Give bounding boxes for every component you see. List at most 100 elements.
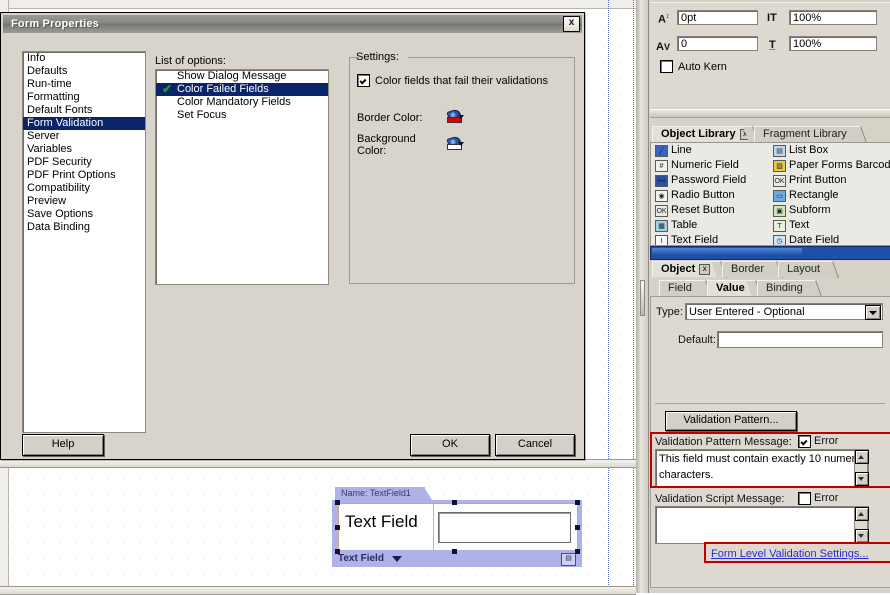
library-item-rectangle[interactable]: ▭ Rectangle bbox=[773, 188, 890, 203]
library-item-list-box[interactable]: ▤ List Box bbox=[773, 143, 890, 158]
library-column-right[interactable]: ▤ List Box ▨ Paper Forms Barcod OK Print Butt… bbox=[773, 143, 890, 245]
validation-pattern-message-textarea[interactable]: This field must contain exactly 10 numer… bbox=[655, 449, 869, 487]
category-item-server[interactable]: Server bbox=[23, 130, 145, 143]
resize-handle-bottom-center[interactable] bbox=[452, 549, 457, 554]
library-item-paper-forms-barcod[interactable]: ▨ Paper Forms Barcod bbox=[773, 158, 890, 173]
library-item-numeric-field[interactable]: # Numeric Field bbox=[655, 158, 775, 173]
resize-handle-top-left[interactable] bbox=[335, 500, 340, 505]
library-horizontal-scrollbar[interactable] bbox=[650, 246, 890, 260]
validation-pattern-button[interactable]: Validation Pattern... bbox=[665, 411, 797, 431]
widget-value-input[interactable] bbox=[438, 512, 571, 543]
library-item-reset-button[interactable]: OK Reset Button bbox=[655, 203, 775, 218]
chevron-down-icon[interactable] bbox=[458, 115, 464, 119]
dialog-titlebar[interactable]: Form Properties x bbox=[3, 15, 582, 33]
library-item-text[interactable]: T Text bbox=[773, 218, 890, 233]
tab-fragment-library[interactable]: Fragment Library bbox=[754, 126, 858, 142]
library-item-subform[interactable]: ▣ Subform bbox=[773, 203, 890, 218]
category-item-data-binding[interactable]: Data Binding bbox=[23, 221, 145, 234]
resize-handle-middle-left[interactable] bbox=[335, 525, 340, 530]
category-item-save-options[interactable]: Save Options bbox=[23, 208, 145, 221]
library-item-radio-button[interactable]: ◉ Radio Button bbox=[655, 188, 775, 203]
library-column-left[interactable]: ╱ Line # Numeric Field ••• Password Field ◉ Rad… bbox=[655, 143, 775, 245]
option-item-color-failed-fields[interactable]: ✔ Color Failed Fields bbox=[156, 83, 328, 96]
tracking-input[interactable]: 0 bbox=[677, 36, 758, 51]
option-item-set-focus[interactable]: Set Focus bbox=[156, 109, 328, 122]
chevron-down-icon[interactable] bbox=[865, 305, 881, 320]
vertical-scale-input[interactable]: 100% bbox=[789, 36, 877, 51]
grid-options-icon[interactable]: ▤ bbox=[561, 553, 576, 566]
color-failed-fields-checkbox-row[interactable]: Color fields that fail their validations bbox=[357, 74, 548, 87]
script-message-scrollbar[interactable] bbox=[854, 506, 869, 544]
border-color-row: Border Color: bbox=[357, 108, 464, 126]
pattern-error-checkbox[interactable] bbox=[798, 435, 811, 448]
text-field-widget[interactable]: Name: TextField1 Text Field Text Field ▤ bbox=[332, 487, 582, 567]
category-item-defaults[interactable]: Defaults bbox=[23, 65, 145, 78]
library-item-date-field[interactable]: ◷ Date Field bbox=[773, 233, 890, 245]
validation-script-message-textarea[interactable] bbox=[655, 506, 869, 544]
category-item-variables[interactable]: Variables bbox=[23, 143, 145, 156]
object-tabstrip[interactable]: Object x Border Layout bbox=[649, 261, 890, 278]
object-library-panel[interactable]: ╱ Line # Numeric Field ••• Password Field ◉ Rad… bbox=[650, 142, 890, 246]
library-item-text-field[interactable]: I Text Field bbox=[655, 233, 775, 245]
category-item-formatting[interactable]: Formatting bbox=[23, 91, 145, 104]
baseline-shift-input[interactable]: 0pt bbox=[677, 10, 758, 25]
canvas-bottom-splitter[interactable] bbox=[0, 586, 636, 595]
caption-value-divider[interactable] bbox=[433, 504, 434, 551]
default-input[interactable] bbox=[717, 331, 883, 348]
scrollbar-thumb[interactable] bbox=[652, 248, 802, 256]
color-failed-fields-checkbox[interactable] bbox=[357, 74, 370, 87]
value-subtabstrip[interactable]: Field Value Binding bbox=[659, 280, 890, 297]
panel-splitter[interactable] bbox=[636, 0, 649, 593]
pattern-message-scrollbar[interactable] bbox=[854, 449, 869, 487]
library-item-password-field[interactable]: ••• Password Field bbox=[655, 173, 775, 188]
category-item-default-fonts[interactable]: Default Fonts bbox=[23, 104, 145, 117]
widget-footer[interactable]: Text Field ▤ bbox=[332, 550, 582, 567]
background-color-button[interactable] bbox=[445, 135, 464, 153]
resize-handle-bottom-right[interactable] bbox=[575, 549, 580, 554]
category-item-info[interactable]: Info bbox=[23, 52, 145, 65]
scroll-up-icon[interactable] bbox=[855, 507, 869, 521]
tab-object[interactable]: Object x bbox=[652, 261, 718, 277]
type-dropdown[interactable]: User Entered - Optional bbox=[685, 303, 883, 320]
scroll-down-icon[interactable] bbox=[855, 529, 869, 543]
option-item-color-mandatory-fields[interactable]: Color Mandatory Fields bbox=[156, 96, 328, 109]
auto-kern-row[interactable]: Auto Kern bbox=[660, 60, 727, 73]
category-item-preview[interactable]: Preview bbox=[23, 195, 145, 208]
auto-kern-checkbox[interactable] bbox=[660, 60, 673, 73]
panel-separator-1[interactable] bbox=[650, 109, 890, 118]
library-tabstrip[interactable]: Object Libraryx Fragment Library bbox=[649, 126, 890, 143]
help-button[interactable]: Help bbox=[22, 434, 104, 456]
library-item-line[interactable]: ╱ Line bbox=[655, 143, 775, 158]
horizontal-scale-input[interactable]: 100% bbox=[789, 10, 877, 25]
resize-handle-top-right[interactable] bbox=[575, 500, 580, 505]
tab-object-library[interactable]: Object Libraryx bbox=[652, 126, 751, 142]
cancel-button[interactable]: Cancel bbox=[495, 434, 575, 456]
option-item-show-dialog-message[interactable]: Show Dialog Message bbox=[156, 70, 328, 83]
tab-layout[interactable]: Layout bbox=[778, 261, 830, 277]
script-error-checkbox[interactable] bbox=[798, 492, 811, 505]
library-item-table[interactable]: ▦ Table bbox=[655, 218, 775, 233]
chevron-down-icon[interactable] bbox=[391, 555, 402, 562]
tab-border[interactable]: Border bbox=[722, 261, 774, 277]
form-level-validation-settings-link[interactable]: Form Level Validation Settings... bbox=[711, 548, 869, 560]
resize-handle-top-center[interactable] bbox=[452, 500, 457, 505]
category-list[interactable]: Info Defaults Run-time Formatting Default Fo… bbox=[22, 51, 146, 433]
category-item-pdf-print-options[interactable]: PDF Print Options bbox=[23, 169, 145, 182]
close-icon[interactable]: x bbox=[699, 264, 711, 275]
close-icon[interactable]: x bbox=[563, 16, 580, 32]
chevron-down-icon[interactable] bbox=[458, 142, 464, 146]
resize-handle-middle-right[interactable] bbox=[575, 525, 580, 530]
scroll-down-icon[interactable] bbox=[855, 472, 869, 486]
canvas-horizontal-splitter[interactable] bbox=[0, 459, 636, 468]
category-item-run-time[interactable]: Run-time bbox=[23, 78, 145, 91]
ok-button[interactable]: OK bbox=[410, 434, 490, 456]
border-color-button[interactable] bbox=[445, 108, 464, 126]
scroll-up-icon[interactable] bbox=[855, 450, 869, 464]
options-list[interactable]: Show Dialog Message ✔ Color Failed Fields C… bbox=[155, 69, 329, 285]
tab-binding[interactable]: Binding bbox=[757, 280, 813, 296]
resize-handle-bottom-left[interactable] bbox=[335, 549, 340, 554]
category-item-form-validation[interactable]: Form Validation bbox=[23, 117, 145, 130]
library-item-print-button[interactable]: OK Print Button bbox=[773, 173, 890, 188]
category-item-pdf-security[interactable]: PDF Security bbox=[23, 156, 145, 169]
category-item-compatibility[interactable]: Compatibility bbox=[23, 182, 145, 195]
